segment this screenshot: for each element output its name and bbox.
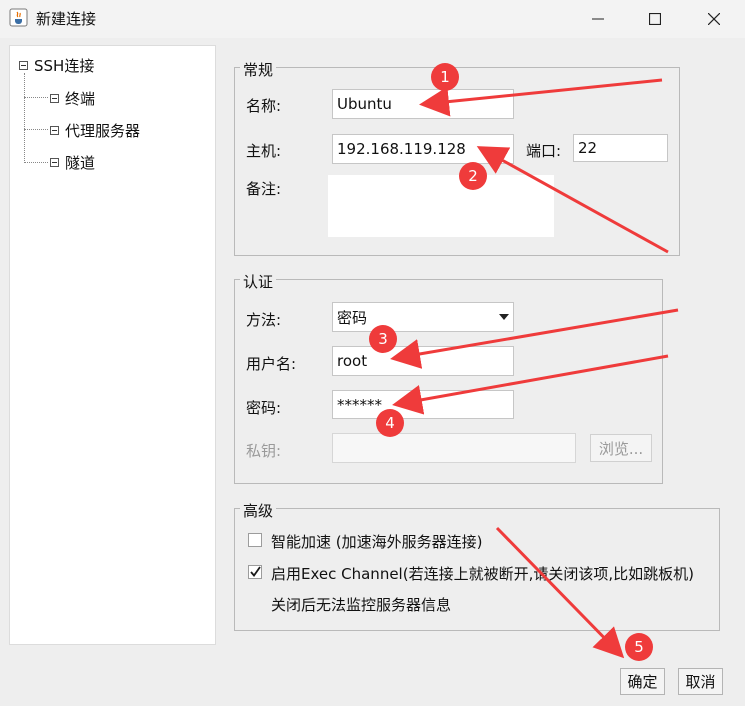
tree-item-label: 代理服务器 [65,121,141,140]
tree-item-label: SSH连接 [34,56,95,75]
name-label: 名称: [246,97,282,115]
host-field[interactable]: 192.168.119.128 [332,134,514,164]
method-select-value: 密码 [337,308,368,327]
method-select[interactable]: 密码 [332,302,514,332]
password-label: 密码: [246,399,282,417]
exec-channel-note: 关闭后无法监控服务器信息 [271,596,452,614]
annotation-badge-1: 1 [431,63,459,91]
tree-item-proxy[interactable]: 代理服务器 [50,119,140,141]
checkmark-icon [250,566,261,577]
advanced-legend: 高级 [240,500,277,521]
tree-connector [24,73,25,163]
port-field[interactable]: 22 [573,134,668,162]
tree-item-terminal[interactable]: 终端 [50,87,95,109]
tree-connector [24,97,48,98]
accelerate-label: 智能加速 (加速海外服务器连接) [271,533,483,551]
annotation-badge-4: 4 [376,409,404,437]
cancel-button[interactable]: 取消 [678,668,723,695]
browse-button[interactable]: 浏览... [590,434,652,462]
name-field[interactable]: Ubuntu [332,89,514,119]
general-legend: 常规 [240,59,277,80]
private-key-field[interactable] [332,433,576,463]
port-label: 端口: [526,142,562,160]
password-field[interactable]: ****** [332,390,514,419]
node-icon [50,125,59,135]
connection-settings-tree: SSH连接 终端 代理服务器 隧道 [9,45,216,645]
java-app-icon [9,8,28,27]
note-label: 备注: [246,180,282,198]
host-label: 主机: [246,142,282,160]
note-textarea[interactable] [328,175,554,237]
ok-button[interactable]: 确定 [620,668,665,695]
close-icon [708,13,720,25]
method-label: 方法: [246,311,282,329]
dropdown-arrow-icon [499,314,509,320]
tree-item-label: 隧道 [65,153,96,172]
annotation-badge-5: 5 [625,633,653,661]
annotation-badge-2: 2 [459,162,487,190]
collapse-icon[interactable] [19,60,28,70]
accelerate-checkbox[interactable] [248,533,262,547]
node-icon [50,157,59,167]
window-title: 新建连接 [36,10,97,28]
tree-item-ssh[interactable]: SSH连接 [19,54,94,76]
tree-connector [24,162,48,163]
close-button[interactable] [690,0,738,38]
tree-connector [24,129,48,130]
username-label: 用户名: [246,355,297,373]
auth-legend: 认证 [240,271,277,292]
minimize-button[interactable] [574,0,622,38]
tree-item-tunnel[interactable]: 隧道 [50,151,95,173]
exec-channel-checkbox[interactable] [248,565,262,579]
exec-channel-label: 启用Exec Channel(若连接上就被断开,请关闭该项,比如跳板机) [271,565,694,583]
private-key-label: 私钥: [246,442,282,460]
maximize-icon [649,13,661,25]
minimize-icon [592,18,604,20]
annotation-badge-3: 3 [369,325,397,353]
username-field[interactable]: root [332,346,514,376]
tree-item-label: 终端 [65,89,96,108]
node-icon [50,93,59,103]
maximize-button[interactable] [631,0,679,38]
